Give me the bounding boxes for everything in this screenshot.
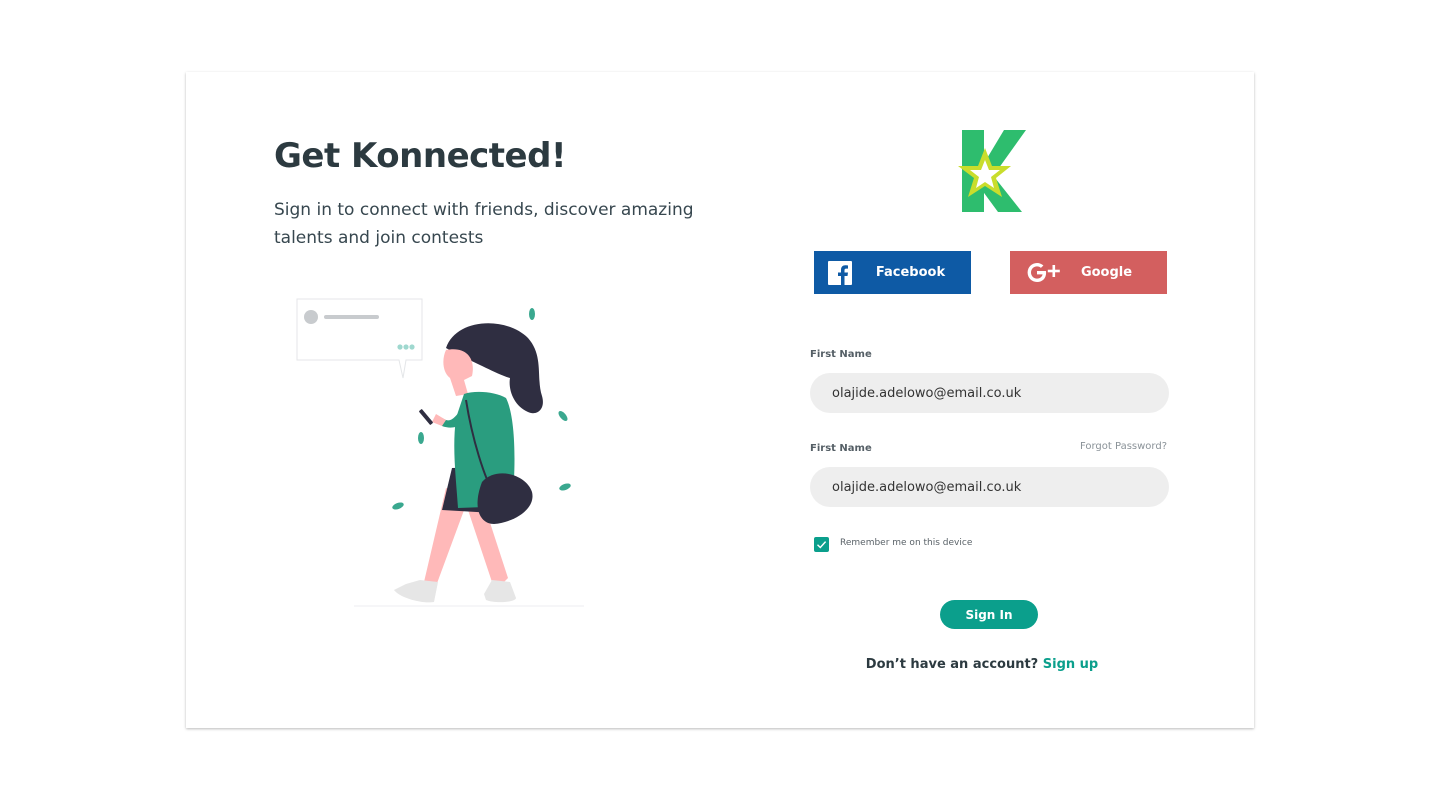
konnect-star-logo-icon — [958, 130, 1026, 212]
google-button-label: Google — [1080, 265, 1133, 280]
google-plus-icon — [1027, 263, 1060, 282]
password-input[interactable] — [810, 467, 1169, 507]
remember-me-label: Remember me on this device — [840, 538, 973, 548]
remember-me-checkbox[interactable] — [814, 537, 829, 552]
checkmark-icon — [817, 541, 827, 549]
sign-up-link[interactable]: Sign up — [1043, 657, 1098, 672]
page-title: Get Konnected! — [274, 136, 566, 176]
woman-phone-illustration — [296, 298, 584, 607]
signup-prompt: Don’t have an account? Sign up — [790, 657, 1174, 672]
sign-in-button[interactable]: Sign In — [940, 600, 1038, 629]
page-subtitle: Sign in to connect with friends, discove… — [274, 200, 694, 248]
facebook-button-label: Facebook — [875, 265, 946, 280]
field1-label: First Name — [810, 349, 872, 360]
forgot-password-link[interactable]: Forgot Password? — [1046, 441, 1167, 452]
google-login-button[interactable]: Google — [1010, 251, 1167, 294]
first-name-input[interactable] — [810, 373, 1169, 413]
signup-prompt-text: Don’t have an account? — [865, 657, 1039, 672]
field2-label: First Name — [810, 443, 872, 454]
login-card: Get Konnected! Sign in to connect with f… — [186, 72, 1254, 728]
facebook-login-button[interactable]: Facebook — [814, 251, 971, 294]
facebook-icon — [828, 261, 852, 285]
